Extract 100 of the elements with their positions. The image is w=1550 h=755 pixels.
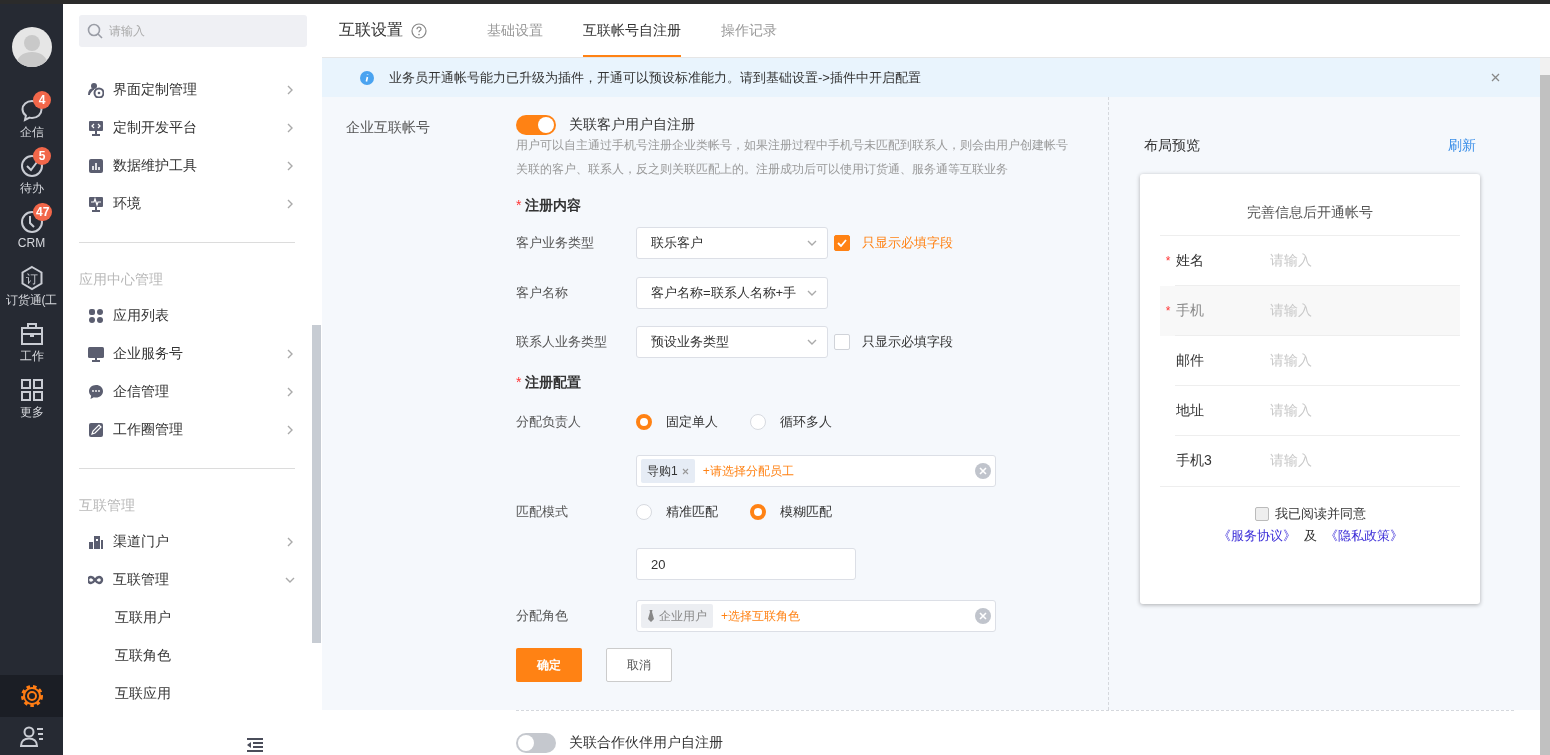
grid-icon	[88, 308, 104, 324]
tag-field[interactable]: 导购1 +请选择分配员工	[636, 455, 996, 487]
privacy-link[interactable]: 《隐私政策》	[1324, 527, 1403, 545]
nav-item[interactable]	[0, 675, 63, 717]
menu-item[interactable]: 定制开发平台	[79, 109, 295, 147]
field-label: 分配负责人	[516, 414, 581, 429]
grid-icon	[18, 377, 45, 403]
tie-icon	[647, 610, 655, 622]
radio-label: 固定单人	[666, 413, 718, 431]
dropdown[interactable]: 预设业务类型	[636, 326, 828, 358]
field-label: 姓名	[1176, 252, 1205, 270]
clear-icon[interactable]	[975, 463, 991, 479]
checkbox[interactable]	[834, 235, 850, 251]
clear-icon[interactable]	[975, 608, 991, 624]
menu-item[interactable]: 互联管理	[79, 561, 295, 599]
count-badge: 5	[33, 147, 51, 165]
toggle-switch[interactable]	[516, 115, 556, 135]
toggle-label: 关联客户用户自注册	[569, 116, 695, 134]
field-label: 手机	[1176, 302, 1205, 320]
required-mark: *	[516, 197, 522, 213]
menu-item[interactable]: 数据维护工具	[79, 147, 295, 185]
radio-button[interactable]	[636, 414, 652, 430]
menu-item[interactable]: 企业服务号	[79, 335, 295, 373]
tag: 导购1	[641, 459, 695, 483]
chevron-down-icon	[807, 288, 817, 298]
collapse-menu-icon[interactable]	[247, 738, 263, 752]
checkbox[interactable]	[1254, 507, 1269, 521]
radio-button[interactable]	[750, 414, 766, 430]
field-label: 匹配模式	[516, 504, 568, 519]
section-title: 应用中心管理	[79, 270, 163, 289]
info-icon	[360, 70, 374, 85]
menu-item[interactable]: 互联角色	[79, 637, 295, 675]
avatar[interactable]	[11, 27, 52, 67]
count-badge: 4	[33, 91, 51, 109]
notice-text: 业务员开通帐号能力已升级为插件，开通可以预设标准能力。请到基础设置->插件中开启配置	[389, 68, 921, 87]
radio-label: 模糊匹配	[780, 503, 832, 521]
pencil-icon	[88, 422, 104, 438]
radio-label: 循环多人	[780, 413, 832, 431]
field-label: 手机3	[1176, 452, 1213, 470]
checkbox-label: 我已阅读并同意	[1274, 505, 1366, 523]
chevron-down-icon	[807, 238, 817, 248]
radio-label: 精准匹配	[666, 503, 718, 521]
field-label: 邮件	[1176, 352, 1205, 370]
nav-item[interactable]: 更多	[0, 373, 63, 429]
menu-item[interactable]: 互联应用	[79, 675, 295, 713]
field-label: 客户名称	[516, 285, 568, 300]
checkbox[interactable]	[834, 334, 850, 350]
menu-item[interactable]: 渠道门户	[79, 523, 295, 561]
joiner-text: 及	[1303, 527, 1317, 545]
menu-item[interactable]: 工作圈管理	[79, 411, 295, 449]
required-mark: *	[1165, 254, 1171, 268]
menu-item[interactable]: 互联用户	[79, 599, 295, 637]
scrollbar[interactable]	[1540, 58, 1550, 755]
toggle-switch[interactable]	[516, 733, 556, 753]
bar-chart-icon	[88, 158, 104, 174]
required-mark: *	[1165, 304, 1171, 318]
count-badge: 47	[33, 203, 53, 221]
close-icon[interactable]	[681, 467, 689, 475]
nav-item[interactable]: 工作	[0, 317, 63, 373]
menu-item[interactable]: 企信管理	[79, 373, 295, 411]
briefcase-icon	[18, 321, 45, 347]
field-label: 地址	[1176, 402, 1205, 420]
menu-item[interactable]: 界面定制管理	[79, 71, 295, 109]
terms-link[interactable]: 《服务协议》	[1217, 527, 1296, 545]
description-text: 用户可以自主通过手机号注册企业类帐号，如果注册过程中手机号未匹配到联系人，则会由用户创建帐号关联的客户、联系人，反之则关联匹配上的。注册成功后可以使用订货通、服务通等互联业务	[516, 137, 1069, 178]
checkbox-label: 只显示必填字段	[862, 234, 953, 252]
radio-button[interactable]	[750, 504, 766, 520]
radio-button[interactable]	[636, 504, 652, 520]
close-icon[interactable]	[1491, 73, 1500, 82]
menu-item[interactable]: 应用列表	[79, 297, 295, 335]
search-field[interactable]: 请输入	[79, 15, 307, 47]
check-circle-icon	[18, 153, 45, 179]
dropdown[interactable]: 客户名称=联系人名称+手	[636, 277, 828, 309]
settings-icon	[18, 683, 45, 709]
chat-bubble-icon	[88, 384, 104, 400]
checkmark-icon	[837, 239, 847, 247]
cancel-button[interactable]: 取消	[606, 648, 672, 682]
input-field[interactable]: 20	[636, 548, 856, 580]
section-title: 互联管理	[79, 496, 135, 515]
help-icon[interactable]	[411, 22, 427, 39]
dropdown[interactable]: 联乐客户	[636, 227, 828, 259]
preview-title: 布局预览	[1144, 136, 1200, 155]
nav-item[interactable]: 待办 5	[0, 149, 63, 205]
field-label: 分配角色	[516, 608, 568, 623]
toggle-label: 关联合作伙伴用户自注册	[569, 734, 723, 752]
field-label: 客户业务类型	[516, 235, 594, 250]
menu-item[interactable]: 环境	[79, 185, 295, 223]
tag: 企业用户	[641, 604, 713, 628]
group-title: 注册内容	[525, 197, 582, 213]
nav-item[interactable]: 订 订货通(工	[0, 261, 63, 317]
chevron-down-icon	[807, 337, 817, 347]
nav-item[interactable]: 企信 4	[0, 93, 63, 149]
page-title: 互联设置	[339, 20, 403, 40]
field-label: 联系人业务类型	[516, 334, 607, 349]
monitor-icon	[88, 346, 104, 362]
nav-item[interactable]: CRM 47	[0, 205, 63, 261]
required-mark: *	[516, 374, 522, 390]
group-title: 注册配置	[525, 374, 582, 390]
person-gear-icon	[88, 82, 104, 98]
section-label: 企业互联帐号	[346, 119, 430, 135]
